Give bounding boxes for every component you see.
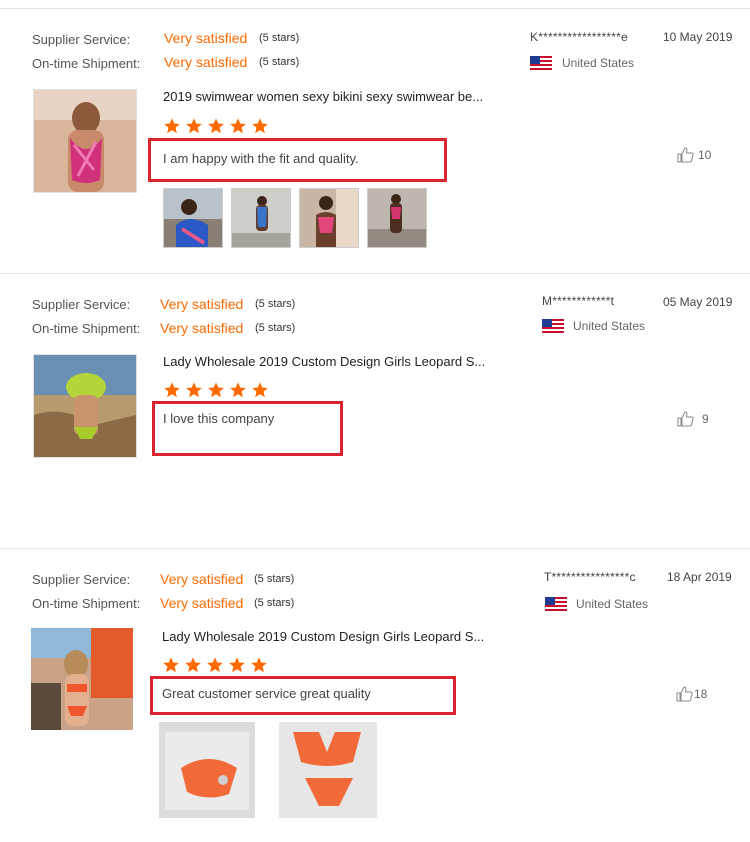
reviewer-country: United States <box>576 597 649 611</box>
reviewer-name: K*****************e <box>530 30 628 44</box>
shipment-rating: Very satisfied <box>160 320 244 336</box>
shipment-stars: (5 stars) <box>255 322 296 334</box>
like-button[interactable]: 18 <box>676 686 707 702</box>
us-flag-icon <box>542 319 564 334</box>
star-icon <box>251 117 271 140</box>
thumbs-up-icon <box>677 147 694 163</box>
star-rating <box>163 117 273 135</box>
star-rating <box>162 656 272 674</box>
supplier-stars: (5 stars) <box>259 32 300 44</box>
review-photo[interactable] <box>299 188 359 248</box>
supplier-stars: (5 stars) <box>255 298 296 310</box>
supplier-service-label: Supplier Service: <box>32 32 131 47</box>
reviewer-name: T****************c <box>544 570 636 584</box>
product-image[interactable] <box>31 628 133 730</box>
shipment-rating: Very satisfied <box>160 595 244 611</box>
review-comment: I am happy with the fit and quality. <box>163 151 359 166</box>
review-photo[interactable] <box>279 722 377 818</box>
shipment-stars: (5 stars) <box>259 56 300 68</box>
supplier-rating: Very satisfied <box>164 30 248 46</box>
review-photo[interactable] <box>367 188 427 248</box>
shipment-rating: Very satisfied <box>164 54 248 70</box>
product-image[interactable] <box>33 89 137 193</box>
reviewer-country: United States <box>562 56 635 70</box>
review-photo[interactable] <box>163 188 223 248</box>
review-date: 10 May 2019 <box>663 30 733 44</box>
supplier-service-label: Supplier Service: <box>32 572 131 587</box>
us-flag-icon <box>530 56 552 71</box>
comment-highlight-box <box>152 401 343 456</box>
supplier-rating: Very satisfied <box>160 571 244 587</box>
like-button[interactable]: 10 <box>677 147 711 163</box>
star-rating <box>163 381 273 399</box>
product-image[interactable] <box>33 354 137 458</box>
review-comment: Great customer service great quality <box>162 686 371 701</box>
shipment-stars: (5 stars) <box>254 597 295 609</box>
product-title[interactable]: Lady Wholesale 2019 Custom Design Girls … <box>163 354 485 369</box>
supplier-service-label: Supplier Service: <box>32 297 131 312</box>
review-photo[interactable] <box>231 188 291 248</box>
top-divider <box>0 8 750 9</box>
review-divider <box>0 548 750 549</box>
star-icon <box>185 117 205 140</box>
reviewer-name: M************t <box>542 294 615 308</box>
us-flag-icon <box>545 597 567 612</box>
supplier-rating: Very satisfied <box>160 296 244 312</box>
review-photo[interactable] <box>159 722 255 818</box>
reviewer-country: United States <box>573 319 646 333</box>
shipment-label: On-time Shipment: <box>32 56 141 71</box>
product-title[interactable]: Lady Wholesale 2019 Custom Design Girls … <box>162 629 484 644</box>
star-icon <box>163 117 183 140</box>
product-title[interactable]: 2019 swimwear women sexy bikini sexy swi… <box>163 89 483 104</box>
supplier-stars: (5 stars) <box>254 573 295 585</box>
shipment-label: On-time Shipment: <box>32 321 141 336</box>
like-count: 18 <box>694 687 708 701</box>
shipment-label: On-time Shipment: <box>32 596 141 611</box>
like-count: 10 <box>698 148 712 162</box>
star-icon <box>229 117 249 140</box>
like-count: 9 <box>702 412 709 426</box>
star-icon <box>207 117 227 140</box>
review-date: 05 May 2019 <box>663 295 733 309</box>
like-button[interactable]: 9 <box>677 411 709 427</box>
thumbs-up-icon <box>677 411 694 427</box>
review-comment: I love this company <box>163 411 275 426</box>
thumbs-up-icon <box>676 686 693 702</box>
review-divider <box>0 273 750 274</box>
review-date: 18 Apr 2019 <box>667 570 732 584</box>
